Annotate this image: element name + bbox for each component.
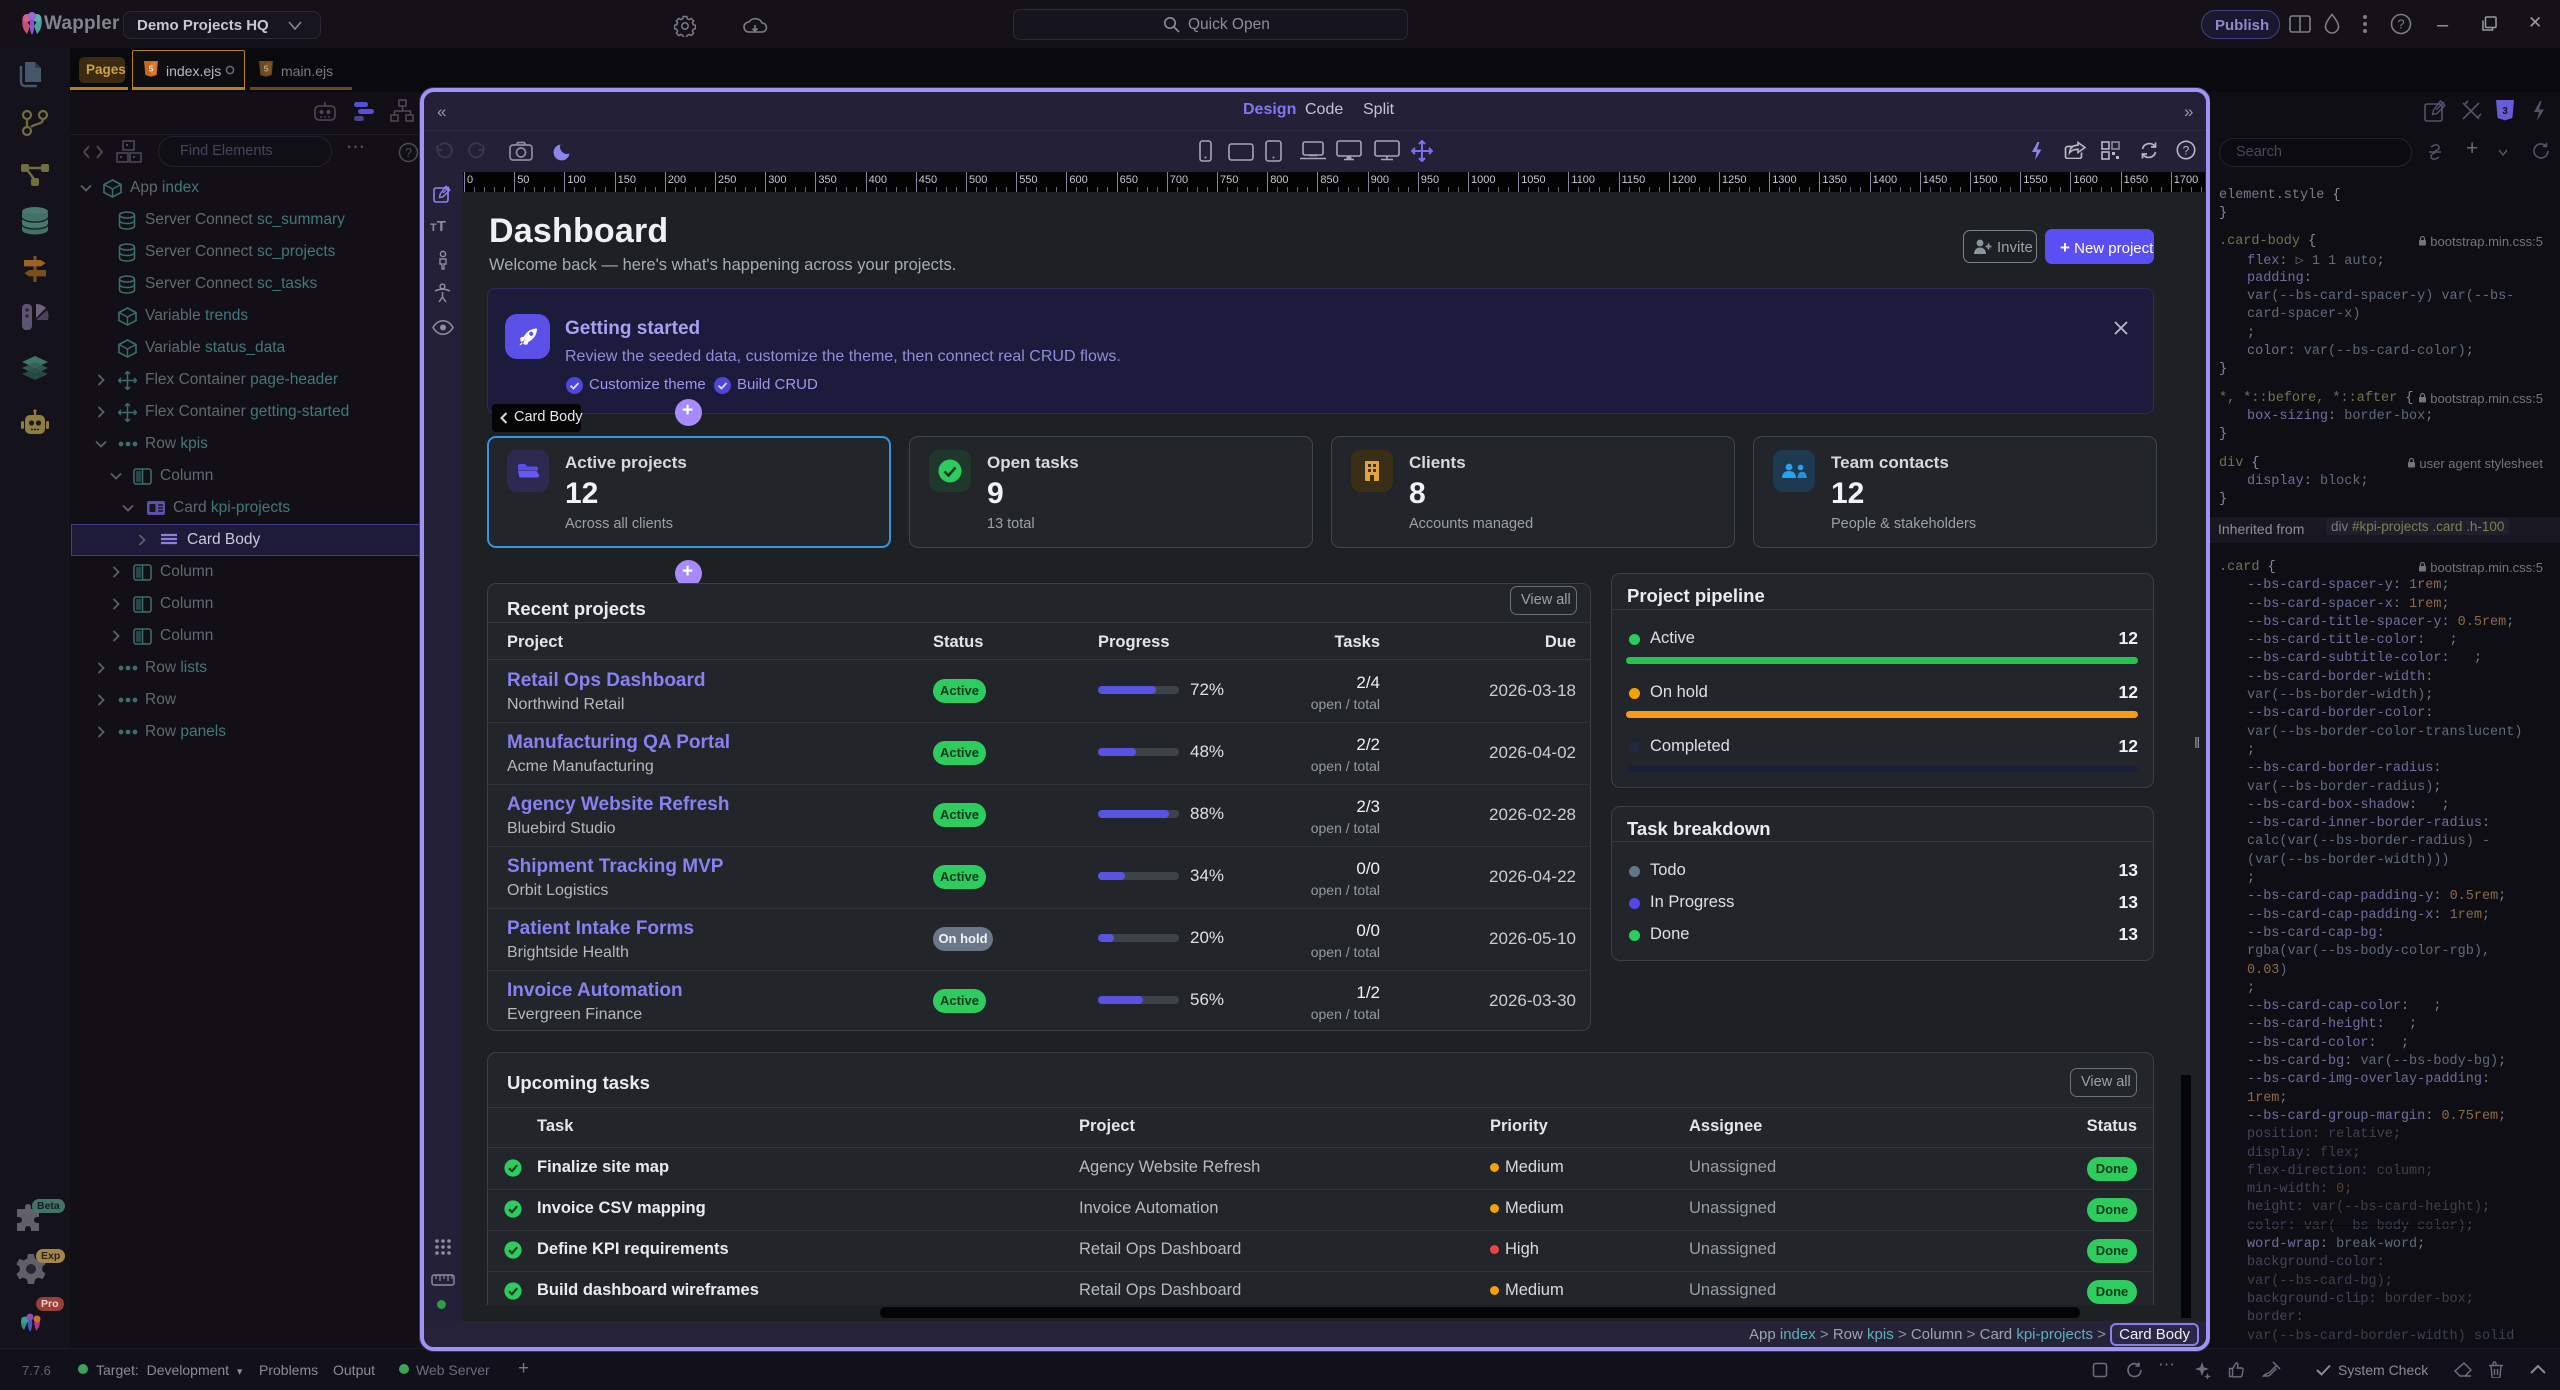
svg-text:?: ? (405, 146, 412, 160)
svg-text:5: 5 (264, 64, 269, 74)
svg-text:?: ? (2183, 144, 2190, 158)
svg-text:5: 5 (149, 64, 154, 74)
svg-text:3: 3 (2502, 106, 2508, 117)
svg-text:?: ? (2397, 17, 2404, 32)
